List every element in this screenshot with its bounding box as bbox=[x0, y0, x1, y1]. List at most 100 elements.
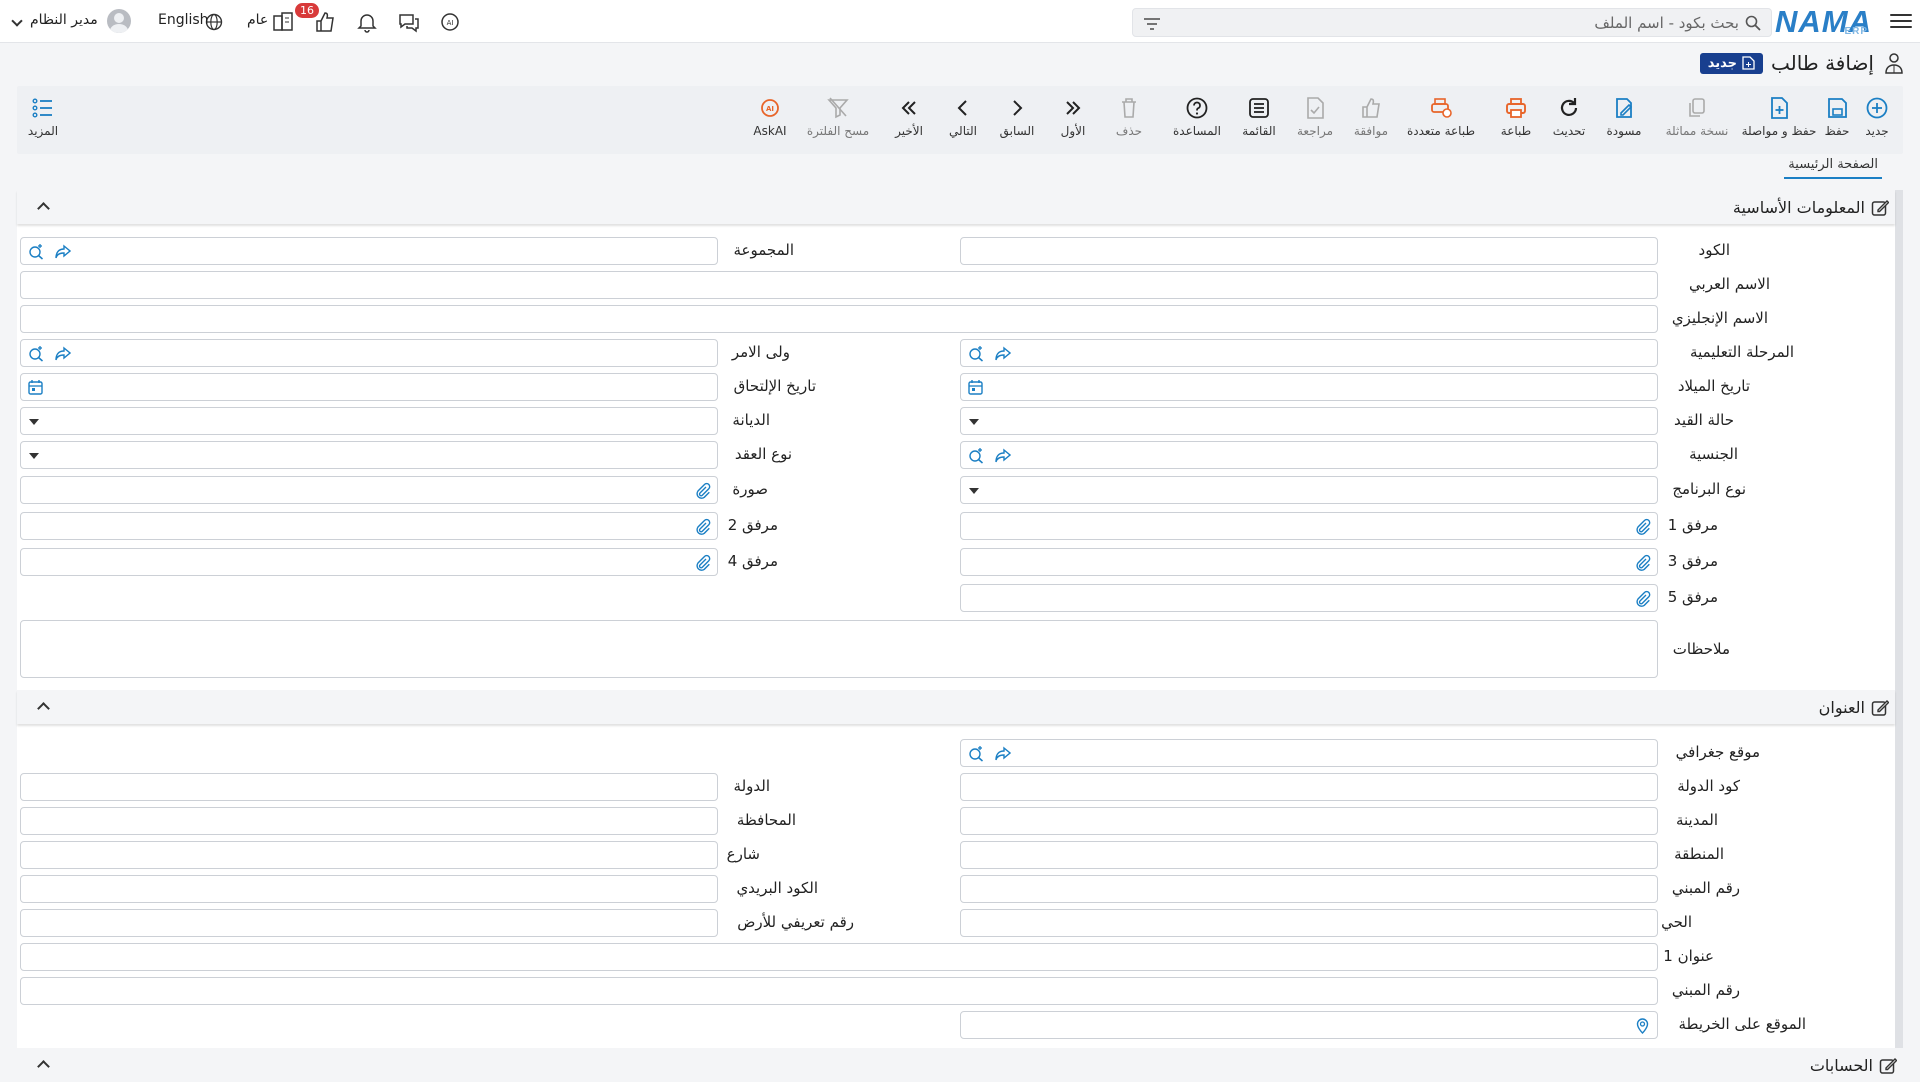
attachment3-upload[interactable] bbox=[960, 548, 1658, 576]
building-no-field[interactable] bbox=[960, 875, 1658, 903]
clear-filter-button[interactable]: مسح الفلترة bbox=[803, 96, 873, 138]
attachment5-upload[interactable] bbox=[960, 584, 1658, 612]
religion-select[interactable] bbox=[20, 407, 718, 435]
avatar[interactable] bbox=[107, 9, 131, 33]
country-code-field[interactable] bbox=[960, 773, 1658, 801]
search-input[interactable]: بحث بكود - اسم الملف bbox=[1132, 8, 1772, 37]
share-icon[interactable] bbox=[994, 345, 1011, 362]
address-header[interactable]: العنوان bbox=[17, 690, 1895, 724]
filter-icon[interactable] bbox=[1143, 16, 1161, 32]
address1-field[interactable] bbox=[20, 943, 1658, 971]
approve-button[interactable]: موافقة bbox=[1341, 96, 1401, 138]
print-button[interactable]: طباعة bbox=[1486, 96, 1546, 138]
english-name-field[interactable] bbox=[20, 305, 1658, 333]
save-continue-button[interactable]: حفظ و مواصلة bbox=[1742, 96, 1816, 138]
land-id-field[interactable] bbox=[20, 909, 718, 937]
chevron-up-icon[interactable] bbox=[37, 702, 50, 715]
postal-code-field[interactable] bbox=[20, 875, 718, 903]
share-icon[interactable] bbox=[54, 345, 71, 362]
district-field[interactable] bbox=[960, 841, 1658, 869]
search-plus-icon[interactable] bbox=[967, 447, 984, 464]
calendar-icon[interactable] bbox=[967, 379, 984, 396]
list-icon bbox=[1249, 98, 1269, 118]
paperclip-icon[interactable] bbox=[1634, 518, 1651, 535]
edit-icon bbox=[1879, 1058, 1897, 1074]
chevron-up-icon[interactable] bbox=[37, 1060, 50, 1073]
last-button[interactable]: الأخير bbox=[879, 96, 939, 138]
map-location-field[interactable] bbox=[960, 1011, 1658, 1039]
draft-button[interactable]: مسودة bbox=[1594, 96, 1654, 138]
arabic-name-field[interactable] bbox=[20, 271, 1658, 299]
help-button[interactable]: المساعدة bbox=[1167, 96, 1227, 138]
map-pin-icon[interactable] bbox=[1634, 1017, 1651, 1034]
app-logo[interactable]: NAMA ERP bbox=[1775, 4, 1872, 39]
program-type-select[interactable] bbox=[960, 476, 1658, 504]
branch-label[interactable]: عام bbox=[247, 12, 268, 28]
basic-info-header[interactable]: المعلومات الأساسية bbox=[17, 190, 1895, 224]
bell-icon[interactable] bbox=[355, 10, 379, 34]
ai-assistant-icon[interactable]: AI bbox=[438, 10, 462, 34]
enroll-date-field[interactable] bbox=[20, 373, 718, 401]
notes-textarea[interactable] bbox=[20, 620, 1658, 678]
askai-button[interactable]: AI AskAI bbox=[740, 96, 800, 138]
contract-type-select[interactable] bbox=[20, 441, 718, 469]
list-button[interactable]: القائمة bbox=[1229, 96, 1289, 138]
nationality-field[interactable] bbox=[960, 441, 1658, 469]
duplicate-button[interactable]: نسخة مماثلة bbox=[1666, 96, 1728, 138]
tab-main[interactable]: الصفحة الرئيسية bbox=[1784, 152, 1882, 179]
attachment4-label: مرفق 4 bbox=[727, 552, 778, 570]
calendar-icon[interactable] bbox=[27, 379, 44, 396]
country-field[interactable] bbox=[20, 773, 718, 801]
neighborhood-field[interactable] bbox=[960, 909, 1658, 937]
city-field[interactable] bbox=[960, 807, 1658, 835]
street-field[interactable] bbox=[20, 841, 718, 869]
attachment1-upload[interactable] bbox=[960, 512, 1658, 540]
refresh-button[interactable]: تحديث bbox=[1539, 96, 1599, 138]
chevrons-left-icon bbox=[901, 101, 916, 115]
registration-status-select[interactable] bbox=[960, 407, 1658, 435]
education-stage-field[interactable] bbox=[960, 339, 1658, 367]
chevron-down-icon[interactable] bbox=[969, 488, 979, 494]
language-switch[interactable]: English bbox=[158, 12, 209, 28]
accounts-header[interactable]: الحسابات bbox=[17, 1048, 1903, 1082]
paperclip-icon[interactable] bbox=[694, 482, 711, 499]
review-button[interactable]: مراجعة bbox=[1285, 96, 1345, 138]
menu-icon[interactable] bbox=[1890, 10, 1912, 30]
chevron-down-icon[interactable] bbox=[11, 15, 23, 27]
chevron-up-icon[interactable] bbox=[37, 202, 50, 215]
building-no2-field[interactable] bbox=[20, 977, 1658, 1005]
branch-icon[interactable] bbox=[271, 10, 295, 34]
group-field[interactable] bbox=[20, 237, 718, 265]
photo-upload[interactable] bbox=[20, 476, 718, 504]
more-button[interactable]: المزيد bbox=[13, 96, 73, 138]
attachment2-upload[interactable] bbox=[20, 512, 718, 540]
next-button[interactable]: التالي bbox=[933, 96, 993, 138]
previous-button[interactable]: السابق bbox=[987, 96, 1047, 138]
first-button[interactable]: الأول bbox=[1043, 96, 1103, 138]
paperclip-icon[interactable] bbox=[694, 518, 711, 535]
code-field[interactable] bbox=[960, 237, 1658, 265]
chevron-down-icon[interactable] bbox=[29, 419, 39, 425]
share-icon[interactable] bbox=[54, 243, 71, 260]
search-plus-icon[interactable] bbox=[27, 345, 44, 362]
search-plus-icon[interactable] bbox=[967, 745, 984, 762]
chevron-down-icon[interactable] bbox=[969, 419, 979, 425]
share-icon[interactable] bbox=[994, 447, 1011, 464]
paperclip-icon[interactable] bbox=[694, 554, 711, 571]
attachment4-upload[interactable] bbox=[20, 548, 718, 576]
geo-location-field[interactable] bbox=[960, 739, 1658, 767]
guardian-field[interactable] bbox=[20, 339, 718, 367]
paperclip-icon[interactable] bbox=[1634, 590, 1651, 607]
share-icon[interactable] bbox=[994, 745, 1011, 762]
chevron-down-icon[interactable] bbox=[29, 453, 39, 459]
section-title: المعلومات الأساسية bbox=[1732, 198, 1865, 217]
delete-button[interactable]: حذف bbox=[1099, 96, 1159, 138]
chat-icon[interactable] bbox=[397, 10, 421, 34]
user-name[interactable]: مدير النظام bbox=[30, 12, 98, 28]
paperclip-icon[interactable] bbox=[1634, 554, 1651, 571]
birth-date-field[interactable] bbox=[960, 373, 1658, 401]
province-field[interactable] bbox=[20, 807, 718, 835]
search-plus-icon[interactable] bbox=[967, 345, 984, 362]
multi-print-button[interactable]: طباعة متعددة bbox=[1401, 96, 1481, 138]
search-plus-icon[interactable] bbox=[27, 243, 44, 260]
